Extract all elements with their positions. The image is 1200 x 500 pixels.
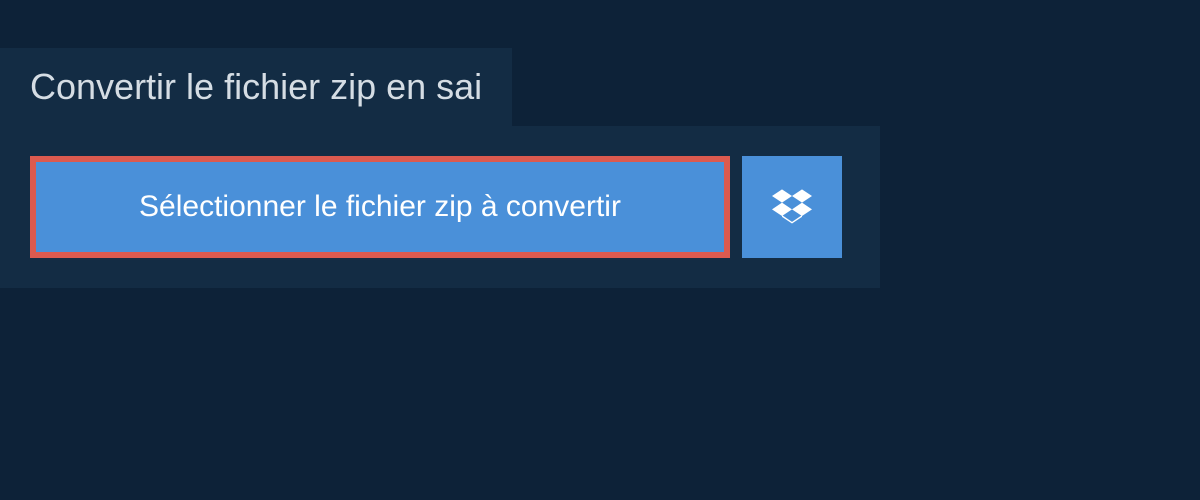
dropbox-icon: [772, 186, 812, 229]
page-title: Convertir le fichier zip en sai: [30, 66, 482, 108]
select-file-label: Sélectionner le fichier zip à convertir: [139, 190, 621, 224]
dropbox-button[interactable]: [742, 156, 842, 258]
upload-panel: Sélectionner le fichier zip à convertir: [0, 126, 880, 288]
select-file-button[interactable]: Sélectionner le fichier zip à convertir: [30, 156, 730, 258]
header-tab: Convertir le fichier zip en sai: [0, 48, 512, 126]
button-row: Sélectionner le fichier zip à convertir: [30, 156, 850, 258]
